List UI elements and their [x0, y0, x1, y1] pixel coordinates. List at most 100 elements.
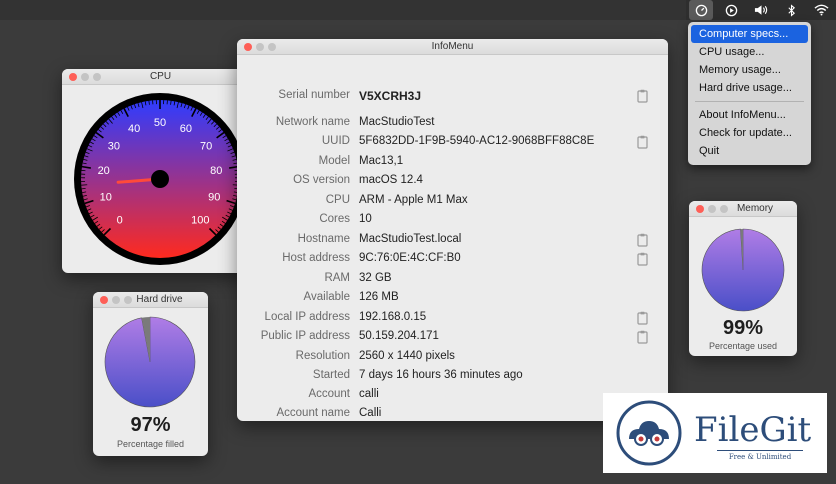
- gauge-tick-label: 90: [208, 192, 220, 204]
- spec-value: 50.159.204.171: [359, 330, 439, 342]
- memory-window-title: Memory: [736, 203, 774, 214]
- memory-pie: [701, 228, 785, 312]
- gauge-hub: [151, 170, 169, 188]
- spec-label: Hostname: [297, 233, 350, 245]
- spec-row: Local IP address 192.168.0.15: [237, 311, 668, 327]
- spec-label: Available: [303, 291, 350, 303]
- menu-item-quit[interactable]: Quit: [691, 142, 808, 160]
- spec-value: 5F6832DD-1F9B-5940-AC12-9068BFF88C8E: [359, 135, 595, 147]
- copy-clipboard-icon[interactable]: [637, 330, 648, 344]
- spec-row: Available 126 MB: [237, 291, 668, 307]
- gauge-tick-label: 20: [98, 165, 110, 177]
- spec-label: Network name: [275, 116, 350, 128]
- hard-drive-pie: [104, 316, 196, 408]
- infomenu-window: InfoMenu Serial number V5XCRH3J Network na…: [237, 39, 668, 421]
- gauge-tick-label: 80: [210, 165, 222, 177]
- gauge-tick-label: 0: [117, 214, 123, 226]
- spec-value: calli: [359, 388, 379, 400]
- copy-clipboard-icon[interactable]: [637, 233, 648, 247]
- memory-titlebar[interactable]: Memory: [689, 201, 797, 217]
- gauge-tick: [170, 100, 172, 105]
- gauge-icon[interactable]: [689, 0, 713, 20]
- spec-label: Serial number: [278, 89, 350, 101]
- spec-label: Public IP address: [260, 330, 350, 342]
- spec-value: macOS 12.4: [359, 174, 423, 186]
- spec-value: 9C:76:0E:4C:CF:B0: [359, 252, 461, 264]
- spec-row: Resolution 2560 x 1440 pixels: [237, 350, 668, 366]
- memory-window: Memory 99% Percentage used: [689, 201, 797, 356]
- spec-row: Serial number V5XCRH3J: [237, 89, 668, 105]
- bluetooth-icon[interactable]: [779, 0, 803, 20]
- menu-item-hard-drive-usage[interactable]: Hard drive usage...: [691, 79, 808, 97]
- spec-value: 32 GB: [359, 272, 392, 284]
- spec-row: Cores 10: [237, 213, 668, 229]
- spec-row: Host address 9C:76:0E:4C:CF:B0: [237, 252, 668, 268]
- hard-drive-caption: Percentage filled: [116, 439, 185, 449]
- hard-drive-percent: 97%: [130, 414, 171, 436]
- menu-item-cpu-usage[interactable]: CPU usage...: [691, 43, 808, 61]
- hard-drive-window-title: Hard drive: [136, 294, 183, 305]
- wifi-icon[interactable]: [809, 0, 833, 20]
- gauge-tick-label: 60: [180, 123, 192, 135]
- cpu-window-title: CPU: [149, 71, 172, 82]
- memory-percent: 99%: [722, 317, 764, 339]
- spec-value: ARM - Apple M1 Max: [359, 194, 468, 206]
- volume-icon[interactable]: [749, 0, 773, 20]
- infomenu-window-title: InfoMenu: [431, 41, 474, 52]
- spec-row: Hostname MacStudioTest.local: [237, 233, 668, 249]
- cpu-titlebar[interactable]: CPU: [62, 69, 259, 85]
- hard-drive-titlebar[interactable]: Hard drive: [93, 292, 208, 308]
- spec-row: Model Mac13,1: [237, 155, 668, 171]
- gauge-tick-label: 70: [200, 140, 212, 152]
- copy-clipboard-icon[interactable]: [637, 311, 648, 325]
- spec-label: Resolution: [295, 350, 350, 362]
- spec-value: MacStudioTest.local: [359, 233, 462, 245]
- spec-value: 10: [359, 213, 372, 225]
- spec-row: Network name MacStudioTest: [237, 116, 668, 132]
- gauge-tick-label: 40: [128, 123, 140, 135]
- copy-clipboard-icon[interactable]: [637, 135, 648, 149]
- spec-row: UUID 5F6832DD-1F9B-5940-AC12-9068BFF88C8E: [237, 135, 668, 151]
- play-circle-icon[interactable]: [719, 0, 743, 20]
- gauge-tick: [81, 188, 86, 190]
- gauge-tick-label: 10: [100, 192, 112, 204]
- gauge-tick: [148, 100, 150, 105]
- spec-value: Calli: [359, 407, 382, 419]
- infomenu-dropdown: Computer specs... CPU usage... Memory us…: [688, 22, 811, 165]
- spec-label: Host address: [282, 252, 350, 264]
- memory-caption: Percentage used: [708, 341, 778, 351]
- spec-label: Account name: [276, 407, 350, 419]
- spec-value: 192.168.0.15: [359, 311, 427, 323]
- menu-item-computer-specs[interactable]: Computer specs...: [691, 25, 808, 43]
- copy-clipboard-icon[interactable]: [637, 89, 648, 103]
- cpu-window: CPU 0 10 20 30 40 50 60 70 80 90 100: [62, 69, 259, 273]
- logo-name: FileGit: [694, 410, 812, 450]
- menu-item-memory-usage[interactable]: Memory usage...: [691, 61, 808, 79]
- spec-label: RAM: [324, 272, 350, 284]
- filegit-logo: FileGit Free & Unlimited: [603, 393, 827, 473]
- spec-label: Started: [312, 369, 350, 381]
- spec-label: CPU: [325, 194, 350, 206]
- gauge-tick-label: 30: [108, 140, 120, 152]
- spec-value: Mac13,1: [359, 155, 404, 167]
- spec-row: CPU ARM - Apple M1 Max: [237, 194, 668, 210]
- spec-label: Model: [318, 155, 350, 167]
- spec-value: 126 MB: [359, 291, 399, 303]
- spec-value: 7 days 16 hours 36 minutes ago: [359, 369, 523, 381]
- close-button[interactable]: [696, 205, 704, 213]
- spec-row: OS version macOS 12.4: [237, 174, 668, 190]
- gauge-tick-label: 50: [154, 117, 166, 129]
- logo-tagline: Free & Unlimited: [717, 450, 803, 461]
- spec-label: Cores: [319, 213, 350, 225]
- menu-item-check-update[interactable]: Check for update...: [691, 124, 808, 142]
- gauge-tick-label: 100: [191, 214, 209, 226]
- menu-separator: [695, 101, 804, 102]
- menu-item-about[interactable]: About InfoMenu...: [691, 106, 808, 124]
- hard-drive-window: Hard drive 97% Percentage filled: [93, 292, 208, 456]
- infomenu-titlebar[interactable]: InfoMenu: [237, 39, 668, 55]
- menu-bar: [686, 0, 836, 20]
- close-button[interactable]: [100, 296, 108, 304]
- spec-label: OS version: [293, 174, 350, 186]
- copy-clipboard-icon[interactable]: [637, 252, 648, 266]
- spec-value: MacStudioTest: [359, 116, 435, 128]
